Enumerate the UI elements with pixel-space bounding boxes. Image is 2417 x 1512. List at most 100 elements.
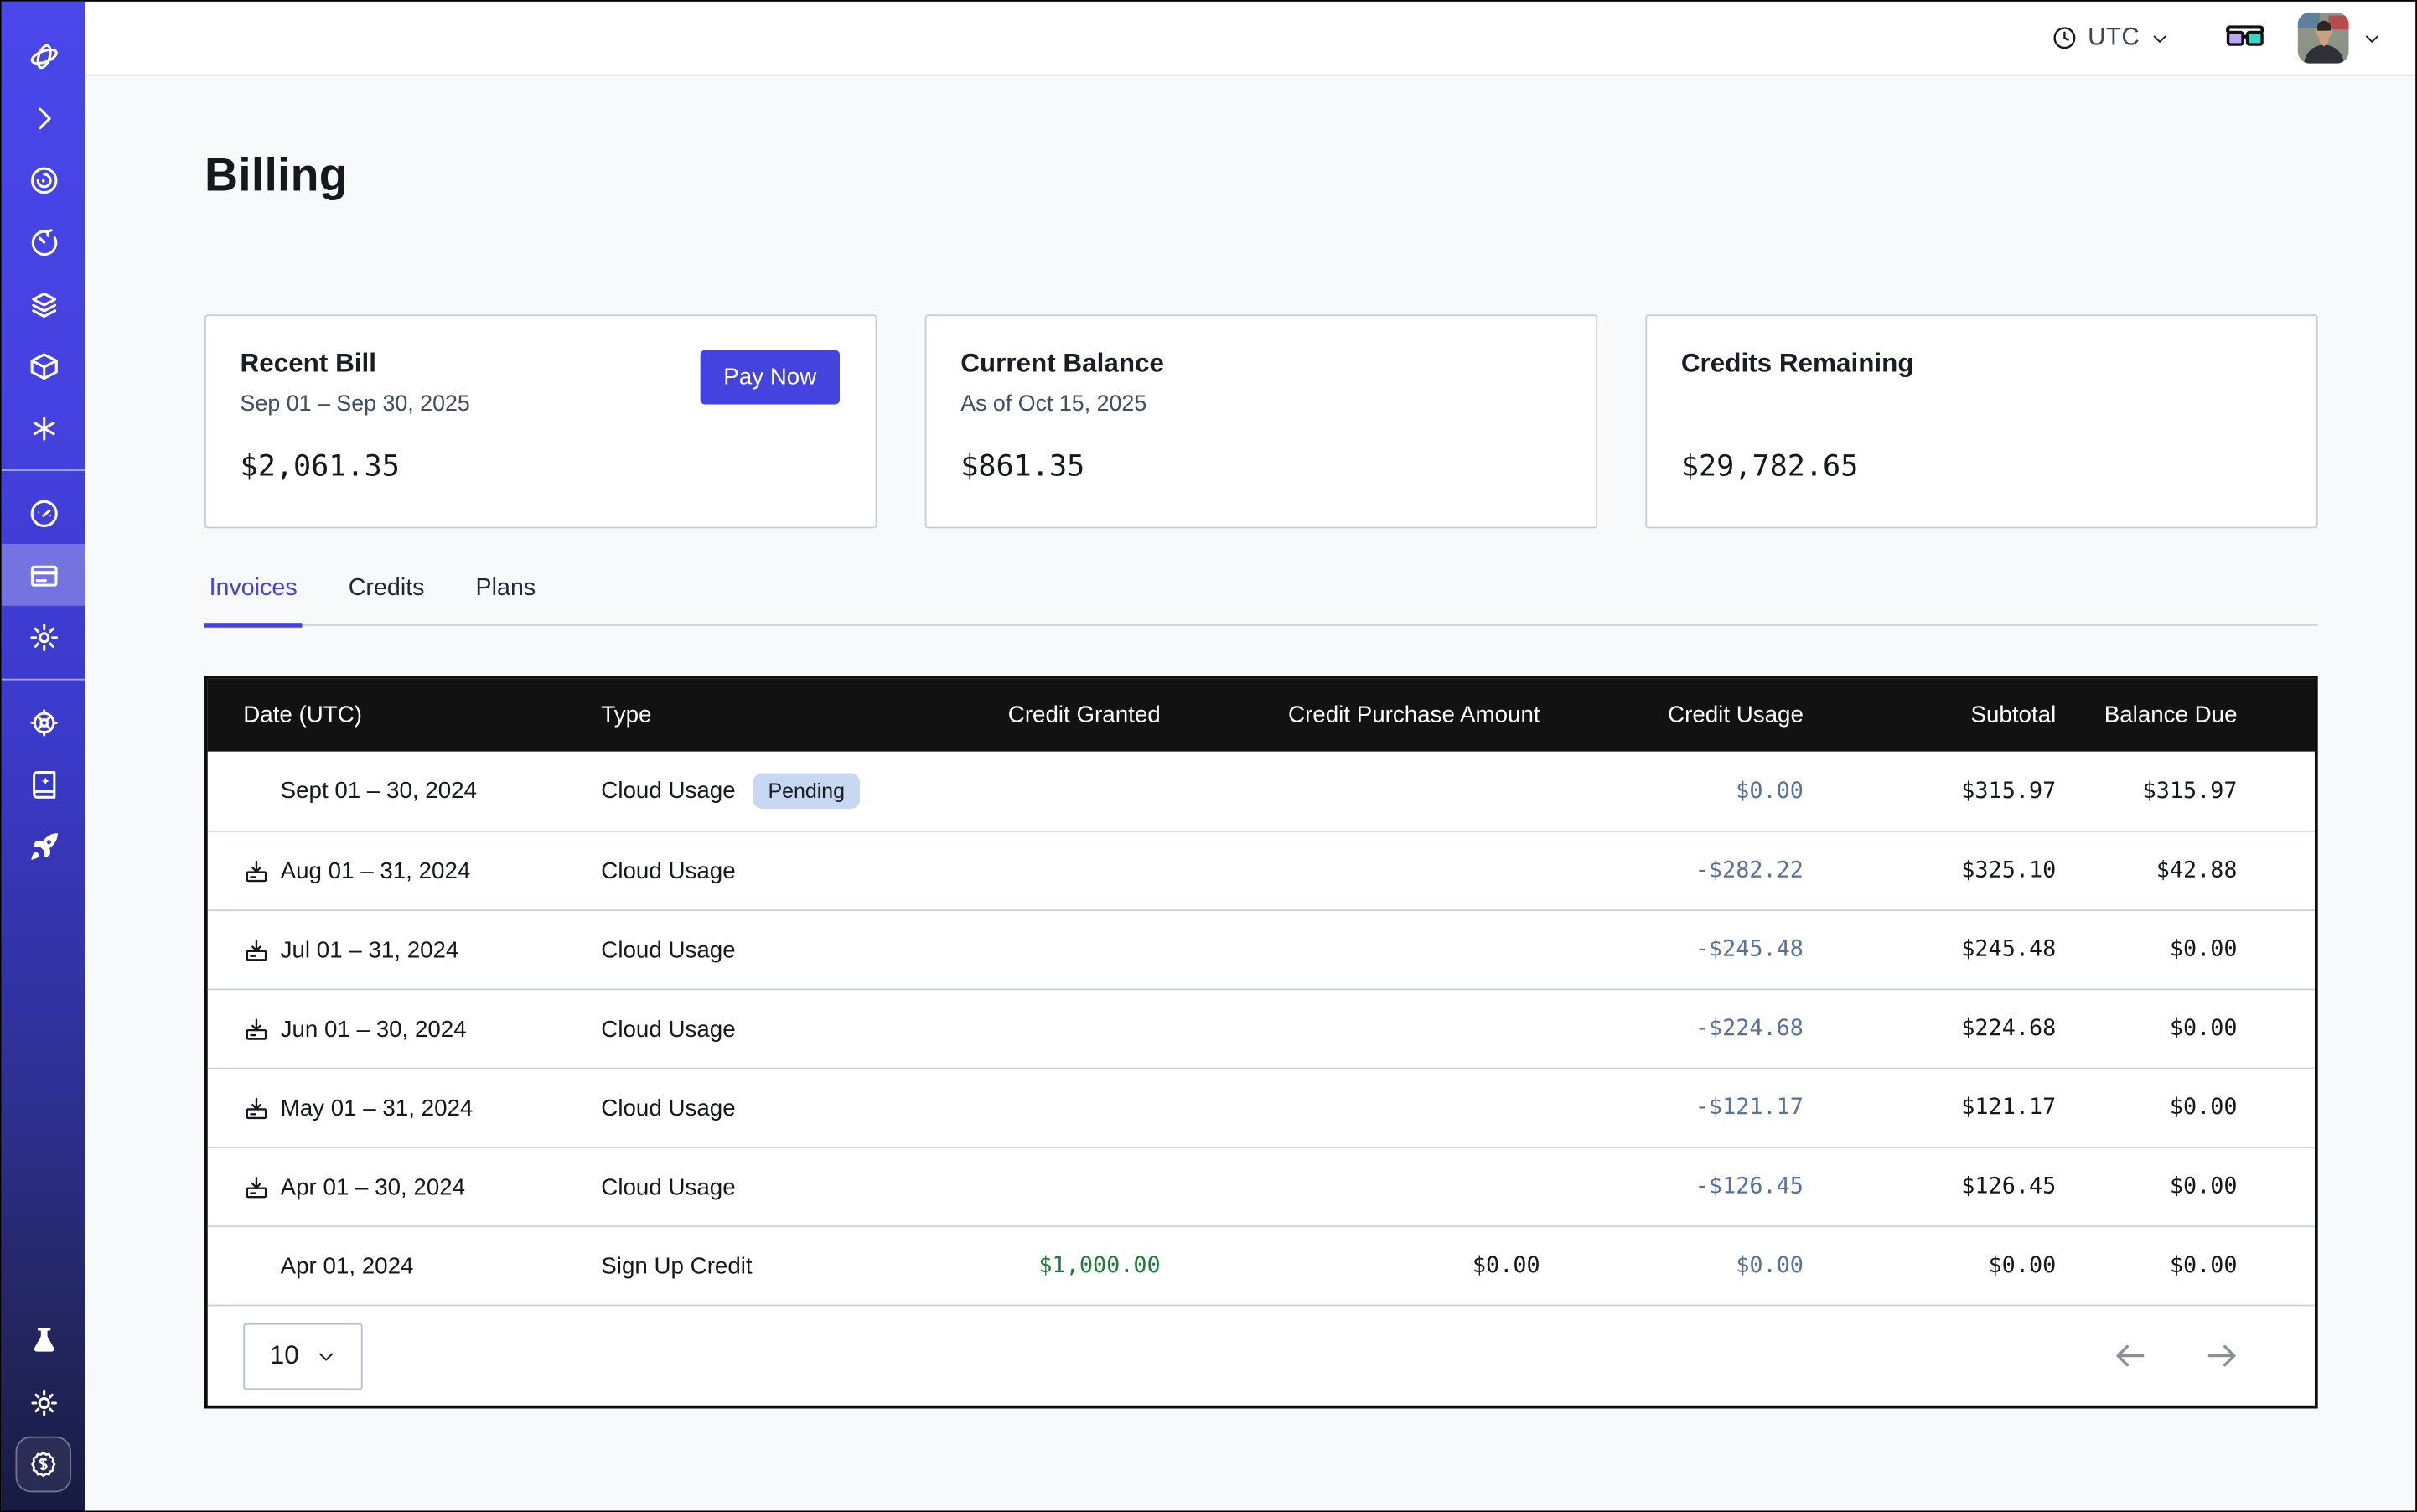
pager-arrows bbox=[2112, 1337, 2240, 1374]
gauge-icon[interactable] bbox=[2, 482, 85, 544]
summary-cards: Recent Bill Sep 01 – Sep 30, 2025 $2,061… bbox=[204, 314, 2318, 528]
sidebar-item-billing[interactable] bbox=[2, 544, 85, 606]
next-page-button[interactable] bbox=[2203, 1337, 2240, 1374]
card-amount: $861.35 bbox=[960, 449, 1561, 484]
table-header: Date (UTC) Type Credit Granted Credit Pu… bbox=[208, 679, 2315, 752]
download-invoice-button[interactable] bbox=[243, 1016, 269, 1042]
helm-icon[interactable] bbox=[2, 691, 85, 753]
timezone-selector[interactable]: UTC bbox=[2051, 24, 2169, 52]
card-title: Current Balance bbox=[960, 349, 1561, 380]
table-row: Apr 01 – 30, 2024 Cloud Usage -$126.45 $… bbox=[208, 1147, 2315, 1225]
book-sparkle-icon[interactable] bbox=[2, 753, 85, 815]
subtotal-value: $315.97 bbox=[1804, 779, 2056, 804]
timezone-label: UTC bbox=[2088, 24, 2140, 52]
current-balance-card: Current Balance As of Oct 15, 2025 $861.… bbox=[925, 314, 1597, 528]
subtotal-value: $0.00 bbox=[1804, 1254, 2056, 1279]
logo-orbit-icon[interactable] bbox=[2, 25, 85, 87]
sidebar-divider bbox=[2, 679, 85, 681]
table-row: Aug 01 – 31, 2024 Cloud Usage -$282.22 $… bbox=[208, 831, 2315, 909]
credit-usage-value: -$282.22 bbox=[1540, 858, 1804, 883]
clock-icon bbox=[2051, 25, 2077, 51]
type-cell: Cloud Usage bbox=[601, 857, 917, 883]
avatar[interactable] bbox=[2298, 13, 2349, 64]
invoice-type: Cloud Usage bbox=[601, 937, 735, 963]
page-title: Billing bbox=[204, 148, 2318, 206]
invoice-type: Cloud Usage bbox=[601, 778, 735, 804]
spiral-eye-icon[interactable] bbox=[2, 148, 85, 210]
subtotal-value: $126.45 bbox=[1804, 1174, 2056, 1199]
chevron-down-icon bbox=[316, 1346, 336, 1366]
invoice-type: Sign Up Credit bbox=[601, 1253, 752, 1279]
date-cell: Apr 01, 2024 bbox=[243, 1253, 601, 1279]
balance-due-value: $42.88 bbox=[2056, 858, 2237, 883]
tab-plans[interactable]: Plans bbox=[471, 575, 541, 628]
invoice-date: Jun 01 – 30, 2024 bbox=[281, 1016, 467, 1042]
subtotal-value: $224.68 bbox=[1804, 1017, 2056, 1042]
col-subtotal: Subtotal bbox=[1804, 702, 2056, 728]
card-amount: $29,782.65 bbox=[1681, 449, 2282, 484]
credit-usage-value: -$245.48 bbox=[1540, 937, 1804, 962]
dollar-badge-button[interactable] bbox=[15, 1437, 71, 1493]
content: Billing Recent Bill Sep 01 – Sep 30, 202… bbox=[85, 76, 2415, 1511]
sidebar-divider bbox=[2, 469, 85, 471]
chevron-down-icon bbox=[2150, 28, 2169, 47]
chevron-right-icon[interactable] bbox=[2, 87, 85, 149]
balance-due-value: $0.00 bbox=[2056, 1254, 2237, 1279]
table-body: Sept 01 – 30, 2024 Cloud Usage Pending $… bbox=[208, 752, 2315, 1305]
tab-credits[interactable]: Credits bbox=[344, 575, 429, 628]
type-cell: Cloud Usage bbox=[601, 1173, 917, 1199]
topbar: UTC bbox=[85, 2, 2415, 76]
layers-icon[interactable] bbox=[2, 272, 85, 334]
type-cell: Cloud Usage Pending bbox=[601, 774, 917, 810]
card-title: Credits Remaining bbox=[1681, 349, 2282, 380]
subtotal-value: $121.17 bbox=[1804, 1095, 2056, 1121]
date-cell: May 01 – 31, 2024 bbox=[243, 1095, 601, 1121]
download-invoice-button[interactable] bbox=[243, 1095, 269, 1121]
account-menu-button[interactable] bbox=[2363, 28, 2381, 47]
download-invoice-button[interactable] bbox=[243, 857, 269, 883]
date-cell: Jul 01 – 31, 2024 bbox=[243, 937, 601, 963]
credit-granted-value: $1,000.00 bbox=[917, 1254, 1160, 1279]
balance-due-value: $315.97 bbox=[2056, 779, 2237, 804]
page-size-select[interactable]: 10 bbox=[243, 1323, 362, 1389]
credit-usage-value: -$126.45 bbox=[1540, 1174, 1804, 1199]
table-row: May 01 – 31, 2024 Cloud Usage -$121.17 $… bbox=[208, 1068, 2315, 1147]
invoice-date: May 01 – 31, 2024 bbox=[281, 1095, 474, 1121]
credits-remaining-card: Credits Remaining $29,782.65 bbox=[1645, 314, 2317, 528]
3d-glasses-button[interactable] bbox=[2225, 23, 2265, 54]
col-credit-purchase-amount: Credit Purchase Amount bbox=[1161, 702, 1540, 728]
rocket-icon[interactable] bbox=[2, 815, 85, 877]
credit-usage-value: $0.00 bbox=[1540, 1254, 1804, 1279]
tab-invoices[interactable]: Invoices bbox=[204, 575, 302, 628]
subtotal-value: $325.10 bbox=[1804, 858, 2056, 883]
invoice-date: Apr 01 – 30, 2024 bbox=[281, 1173, 465, 1199]
invoices-table: Date (UTC) Type Credit Granted Credit Pu… bbox=[204, 676, 2318, 1408]
asterisk-icon[interactable] bbox=[2, 396, 85, 458]
download-invoice-button[interactable] bbox=[243, 937, 269, 963]
table-row: Apr 01, 2024 Sign Up Credit $1,000.00 $0… bbox=[208, 1225, 2315, 1304]
pay-now-button[interactable]: Pay Now bbox=[701, 350, 840, 405]
date-cell: Aug 01 – 31, 2024 bbox=[243, 857, 601, 883]
col-credit-usage: Credit Usage bbox=[1540, 702, 1804, 728]
subtotal-value: $245.48 bbox=[1804, 937, 2056, 962]
card-amount: $2,061.35 bbox=[241, 449, 841, 484]
balance-due-value: $0.00 bbox=[2056, 937, 2237, 962]
credit-usage-value: -$121.17 bbox=[1540, 1095, 1804, 1121]
balance-due-value: $0.00 bbox=[2056, 1095, 2237, 1121]
sun-icon[interactable] bbox=[2, 1371, 85, 1433]
download-invoice-button[interactable] bbox=[243, 1173, 269, 1199]
col-date: Date (UTC) bbox=[243, 702, 601, 728]
date-cell: Jun 01 – 30, 2024 bbox=[243, 1016, 601, 1042]
col-balance-due: Balance Due bbox=[2056, 702, 2237, 728]
cube-icon[interactable] bbox=[2, 334, 85, 396]
flask-icon[interactable] bbox=[2, 1309, 85, 1371]
previous-page-button[interactable] bbox=[2112, 1337, 2149, 1374]
invoice-type: Cloud Usage bbox=[601, 1173, 735, 1199]
timer-icon[interactable] bbox=[2, 210, 85, 272]
credit-usage-value: -$224.68 bbox=[1540, 1017, 1804, 1042]
page-size-value: 10 bbox=[270, 1340, 299, 1371]
gear-icon[interactable] bbox=[2, 606, 85, 668]
tab-bar: Invoices Credits Plans bbox=[204, 575, 2318, 626]
invoice-date: Sept 01 – 30, 2024 bbox=[281, 778, 477, 804]
type-cell: Sign Up Credit bbox=[601, 1253, 917, 1279]
